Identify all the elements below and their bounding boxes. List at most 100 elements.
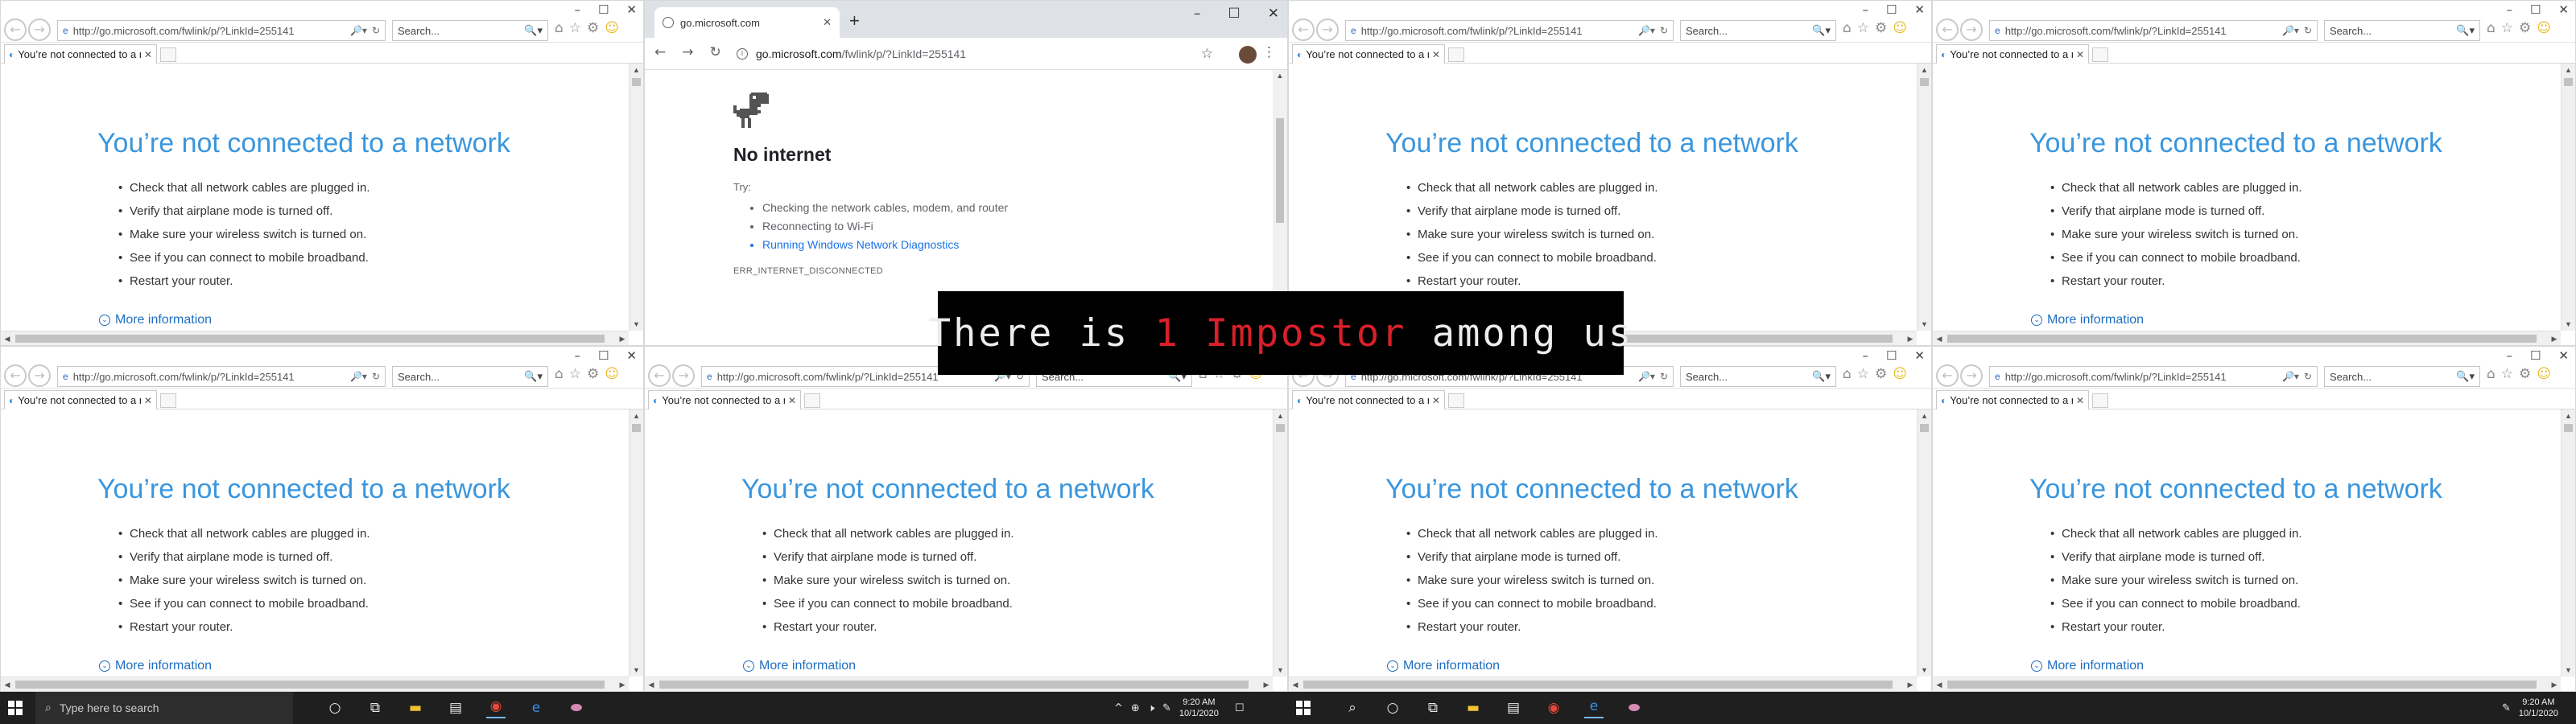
settings-gear-icon[interactable]: ⚙ bbox=[1875, 366, 1887, 382]
close-icon[interactable]: ✕ bbox=[2558, 348, 2569, 363]
show-hidden-icons-chevron-icon[interactable]: ^ bbox=[1114, 702, 1123, 714]
home-icon[interactable]: ⌂ bbox=[2487, 20, 2496, 36]
scroll-right-icon[interactable]: ▶ bbox=[616, 331, 629, 345]
home-icon[interactable]: ⌂ bbox=[1843, 366, 1852, 382]
pen-icon[interactable]: ✎ bbox=[1162, 702, 1171, 714]
feedback-smiley-icon[interactable]: ☺ bbox=[605, 20, 619, 36]
edge-icon[interactable]: e bbox=[526, 700, 546, 716]
taskbar-search-input[interactable]: ⌕ Type here to search bbox=[35, 692, 293, 724]
scroll-up-icon[interactable]: ▲ bbox=[2562, 64, 2575, 76]
scroll-down-icon[interactable]: ▼ bbox=[630, 664, 643, 677]
vertical-scrollbar[interactable]: ▲ ▼ bbox=[629, 64, 643, 331]
notifications-icon[interactable]: ☐ bbox=[1235, 702, 1245, 714]
new-tab-button[interactable] bbox=[1448, 393, 1464, 408]
file-explorer-icon[interactable]: ▬ bbox=[406, 700, 425, 716]
home-icon[interactable]: ⌂ bbox=[555, 366, 564, 382]
search-icon[interactable]: 🔍▾ bbox=[524, 370, 543, 383]
clock[interactable]: 9:20 AM 10/1/2020 bbox=[1179, 697, 1219, 719]
search-icon[interactable]: 🔍▾ bbox=[524, 24, 543, 37]
scroll-down-icon[interactable]: ▼ bbox=[1918, 318, 1931, 331]
close-icon[interactable]: ✕ bbox=[2558, 2, 2569, 17]
close-tab-icon[interactable]: ✕ bbox=[144, 395, 152, 406]
search-dropdown-icon[interactable]: 🔎▾ bbox=[2282, 25, 2299, 36]
browser-tab[interactable]: ◐ You’re not connected to a n... ✕ bbox=[4, 390, 157, 409]
close-icon[interactable]: ✕ bbox=[1268, 6, 1279, 22]
back-arrow-icon[interactable]: ← bbox=[654, 44, 666, 60]
minimize-icon[interactable]: – bbox=[1194, 6, 1201, 22]
cortana-circle-icon[interactable]: ○ bbox=[325, 700, 345, 716]
more-information-link[interactable]: ⌄ More information bbox=[743, 659, 856, 673]
new-tab-button[interactable] bbox=[2092, 47, 2108, 62]
photos-icon[interactable]: ▤ bbox=[1504, 700, 1523, 716]
game-app-icon[interactable]: ⬬ bbox=[1624, 700, 1644, 716]
maximize-icon[interactable]: ☐ bbox=[1886, 348, 1897, 363]
scroll-down-icon[interactable]: ▼ bbox=[2562, 318, 2575, 331]
volume-icon[interactable]: 🕨 bbox=[1148, 702, 1154, 714]
forward-arrow-icon[interactable]: → bbox=[28, 19, 51, 41]
refresh-icon[interactable]: ↻ bbox=[372, 371, 380, 382]
browser-tab[interactable]: ◐ You’re not connected to a n... ✕ bbox=[4, 44, 157, 64]
search-icon[interactable]: 🔍▾ bbox=[2456, 370, 2475, 383]
close-tab-icon[interactable]: ✕ bbox=[144, 49, 152, 60]
back-arrow-icon[interactable]: ← bbox=[648, 364, 671, 387]
photos-icon[interactable]: ▤ bbox=[446, 700, 465, 716]
scroll-down-icon[interactable]: ▼ bbox=[1274, 664, 1287, 677]
browser-tab[interactable]: ◐ You’re not connected to a n... ✕ bbox=[1292, 390, 1445, 409]
minimize-icon[interactable]: – bbox=[2506, 348, 2512, 363]
scroll-right-icon[interactable]: ▶ bbox=[1904, 331, 1917, 345]
new-tab-button[interactable] bbox=[1448, 47, 1464, 62]
feedback-smiley-icon[interactable]: ☺ bbox=[1893, 20, 1907, 36]
search-dropdown-icon[interactable]: 🔎▾ bbox=[1638, 371, 1655, 382]
maximize-icon[interactable]: ☐ bbox=[598, 348, 609, 363]
minimize-icon[interactable]: – bbox=[1862, 2, 1868, 17]
omnibox[interactable]: i go.microsoft.com/fwlink/p/?LinkId=2551… bbox=[732, 43, 1218, 65]
clock[interactable]: 9:20 AM 10/1/2020 bbox=[2519, 697, 2558, 719]
more-information-link[interactable]: ⌄ More information bbox=[99, 659, 212, 673]
scroll-right-icon[interactable]: ▶ bbox=[1904, 677, 1917, 691]
close-tab-icon[interactable]: ✕ bbox=[823, 16, 832, 29]
new-tab-button[interactable] bbox=[2092, 393, 2108, 408]
close-icon[interactable]: ✕ bbox=[1914, 2, 1925, 17]
scroll-up-icon[interactable]: ▲ bbox=[2562, 409, 2575, 422]
address-bar[interactable]: e http://go.microsoft.com/fwlink/p/?Link… bbox=[57, 20, 386, 41]
scroll-up-icon[interactable]: ▲ bbox=[1918, 64, 1931, 76]
scroll-thumb[interactable] bbox=[659, 681, 1249, 689]
feedback-smiley-icon[interactable]: ☺ bbox=[1893, 366, 1907, 382]
favorites-star-icon[interactable]: ☆ bbox=[569, 20, 581, 36]
scroll-up-icon[interactable]: ▲ bbox=[630, 64, 643, 76]
maximize-icon[interactable]: ☐ bbox=[2530, 348, 2541, 363]
minimize-icon[interactable]: – bbox=[2506, 2, 2512, 17]
bookmark-star-icon[interactable]: ☆ bbox=[1201, 46, 1213, 62]
back-arrow-icon[interactable]: ← bbox=[1292, 19, 1315, 41]
browser-tab[interactable]: go.microsoft.com ✕ bbox=[654, 7, 840, 38]
scroll-left-icon[interactable]: ◀ bbox=[1, 677, 14, 691]
favorites-star-icon[interactable]: ☆ bbox=[2501, 366, 2513, 382]
scroll-thumb[interactable] bbox=[1920, 424, 1929, 432]
forward-arrow-icon[interactable]: → bbox=[1960, 364, 1983, 387]
close-icon[interactable]: ✕ bbox=[626, 348, 637, 363]
vertical-scrollbar[interactable]: ▲ ▼ bbox=[2561, 409, 2575, 677]
forward-arrow-icon[interactable]: → bbox=[672, 364, 695, 387]
scroll-thumb[interactable] bbox=[2564, 78, 2573, 86]
vertical-scrollbar[interactable]: ▲ ▼ bbox=[1273, 409, 1287, 677]
vertical-scrollbar[interactable]: ▲ ▼ bbox=[2561, 64, 2575, 331]
minimize-icon[interactable]: – bbox=[574, 348, 580, 363]
scroll-right-icon[interactable]: ▶ bbox=[1260, 677, 1273, 691]
minimize-icon[interactable]: – bbox=[1862, 348, 1868, 363]
back-arrow-icon[interactable]: ← bbox=[1936, 364, 1959, 387]
refresh-icon[interactable]: ↻ bbox=[2304, 371, 2312, 382]
windows-start-icon[interactable] bbox=[8, 701, 23, 715]
close-tab-icon[interactable]: ✕ bbox=[1432, 49, 1440, 60]
scroll-thumb[interactable] bbox=[1276, 118, 1284, 223]
task-view-icon[interactable]: ⧉ bbox=[365, 700, 385, 716]
refresh-icon[interactable]: ↻ bbox=[2304, 25, 2312, 36]
vertical-scrollbar[interactable]: ▲ ▼ bbox=[629, 409, 643, 677]
feedback-smiley-icon[interactable]: ☺ bbox=[2537, 366, 2551, 382]
close-icon[interactable]: ✕ bbox=[1914, 348, 1925, 363]
scroll-thumb[interactable] bbox=[1920, 78, 1929, 86]
more-information-link[interactable]: ⌄ More information bbox=[2031, 659, 2144, 673]
favorites-star-icon[interactable]: ☆ bbox=[569, 366, 581, 382]
chrome-icon[interactable]: ◉ bbox=[1544, 700, 1563, 716]
network-diagnostics-link[interactable]: Running Windows Network Diagnostics bbox=[762, 236, 1008, 254]
forward-arrow-icon[interactable]: → bbox=[1316, 19, 1339, 41]
